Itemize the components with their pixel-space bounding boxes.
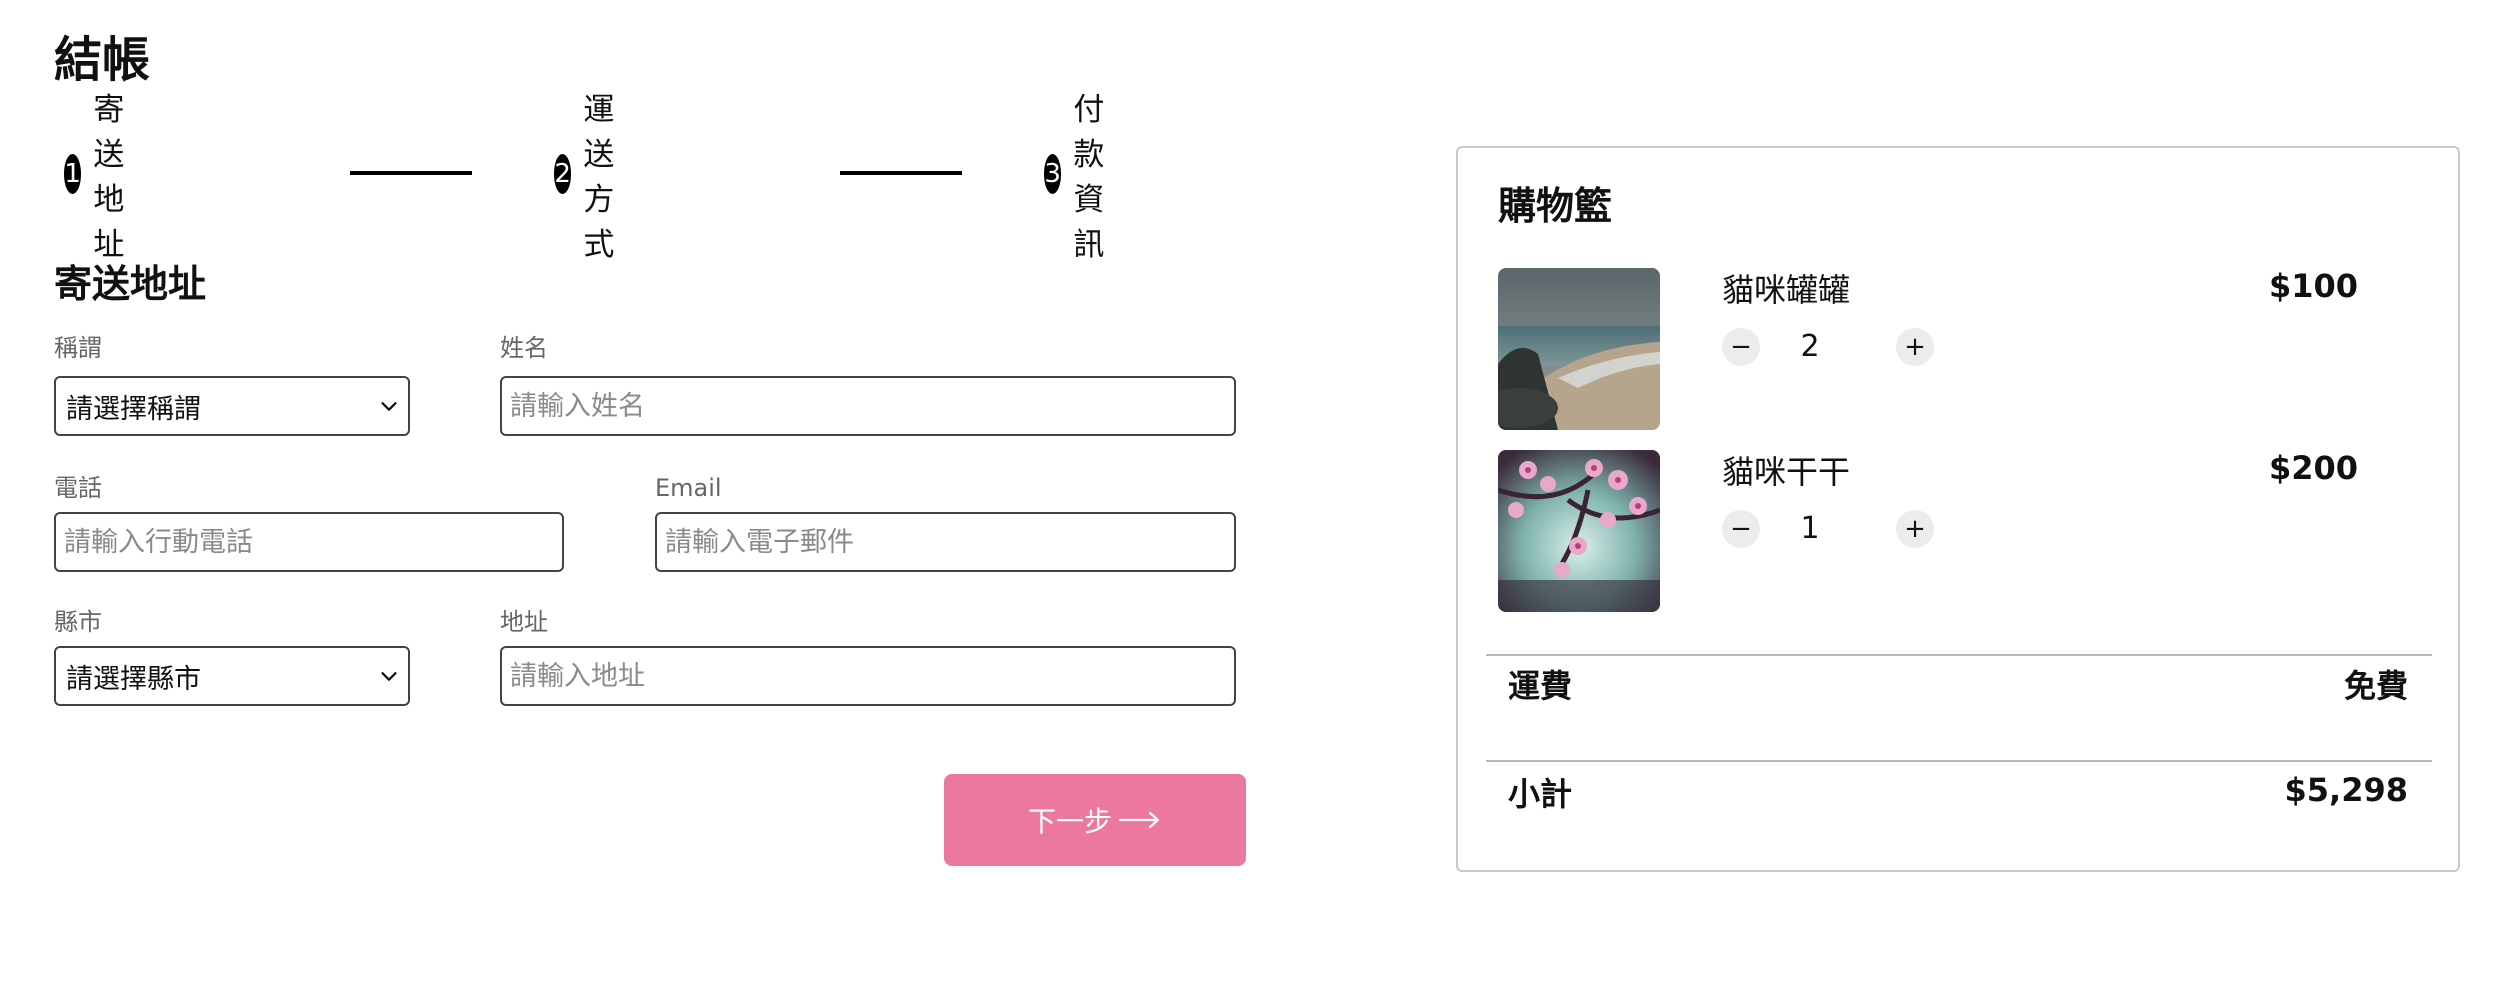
product-image-beach [1498,268,1660,430]
item-quantity: 1 [1800,511,1820,546]
page-title: 結帳 [54,32,151,88]
item-name: 貓咪罐罐 [1722,271,1851,309]
shopping-cart: 購物籃 貓咪罐罐 $100 − 2 + 貓咪干干 $200 − 1 + 運費 免… [1456,146,2460,872]
step-connector [840,171,962,175]
step-payment-info[interactable]: 3 付款資訊 [1044,92,1127,263]
city-label: 縣市 [54,608,102,636]
next-step-label: 下一步 [1027,805,1112,838]
step-shipping-address[interactable]: 1 寄送地址 [64,92,147,263]
title-select[interactable]: 請選擇稱謂 [54,376,410,436]
email-label: Email [655,474,722,502]
phone-input[interactable] [54,512,564,572]
decrease-quantity-button[interactable]: − [1722,510,1760,548]
increase-quantity-button[interactable]: + [1896,510,1934,548]
item-price: $100 [2268,267,2358,305]
cart-divider [1486,760,2432,762]
cart-title: 購物籃 [1498,184,1613,228]
decrease-quantity-button[interactable]: − [1722,328,1760,366]
address-label: 地址 [500,608,548,636]
shipping-value: 免費 [2343,667,2408,705]
name-input[interactable] [500,376,1236,436]
step-number: 1 [64,154,82,194]
phone-label: 電話 [54,474,102,502]
next-step-button[interactable]: 下一步 [944,774,1246,866]
step-number: 3 [1044,154,1062,194]
address-input[interactable] [500,646,1236,706]
name-label: 姓名 [500,334,548,362]
increase-quantity-button[interactable]: + [1896,328,1934,366]
subtotal-value: $5,298 [2284,771,2408,809]
section-title: 寄送地址 [54,262,207,306]
arrow-right-icon [1118,811,1160,829]
item-price: $200 [2268,449,2358,487]
step-connector [350,171,472,175]
subtotal-label: 小計 [1508,775,1573,813]
chevron-down-icon [381,672,397,681]
step-label: 付款資訊 [1073,92,1105,263]
step-label: 寄送地址 [93,92,125,263]
item-quantity: 2 [1800,329,1820,364]
step-delivery-method[interactable]: 2 運送方式 [554,92,637,263]
product-image-blossom [1498,450,1660,612]
city-select[interactable]: 請選擇縣市 [54,646,410,706]
shipping-label: 運費 [1508,667,1573,705]
city-select-value: 請選擇縣市 [66,663,201,695]
step-label: 運送方式 [583,92,615,263]
title-label: 稱謂 [54,334,102,362]
email-input[interactable] [655,512,1236,572]
title-select-value: 請選擇稱謂 [66,393,201,425]
chevron-down-icon [381,402,397,411]
item-name: 貓咪干干 [1722,453,1851,491]
cart-divider [1486,654,2432,656]
step-number: 2 [554,154,572,194]
